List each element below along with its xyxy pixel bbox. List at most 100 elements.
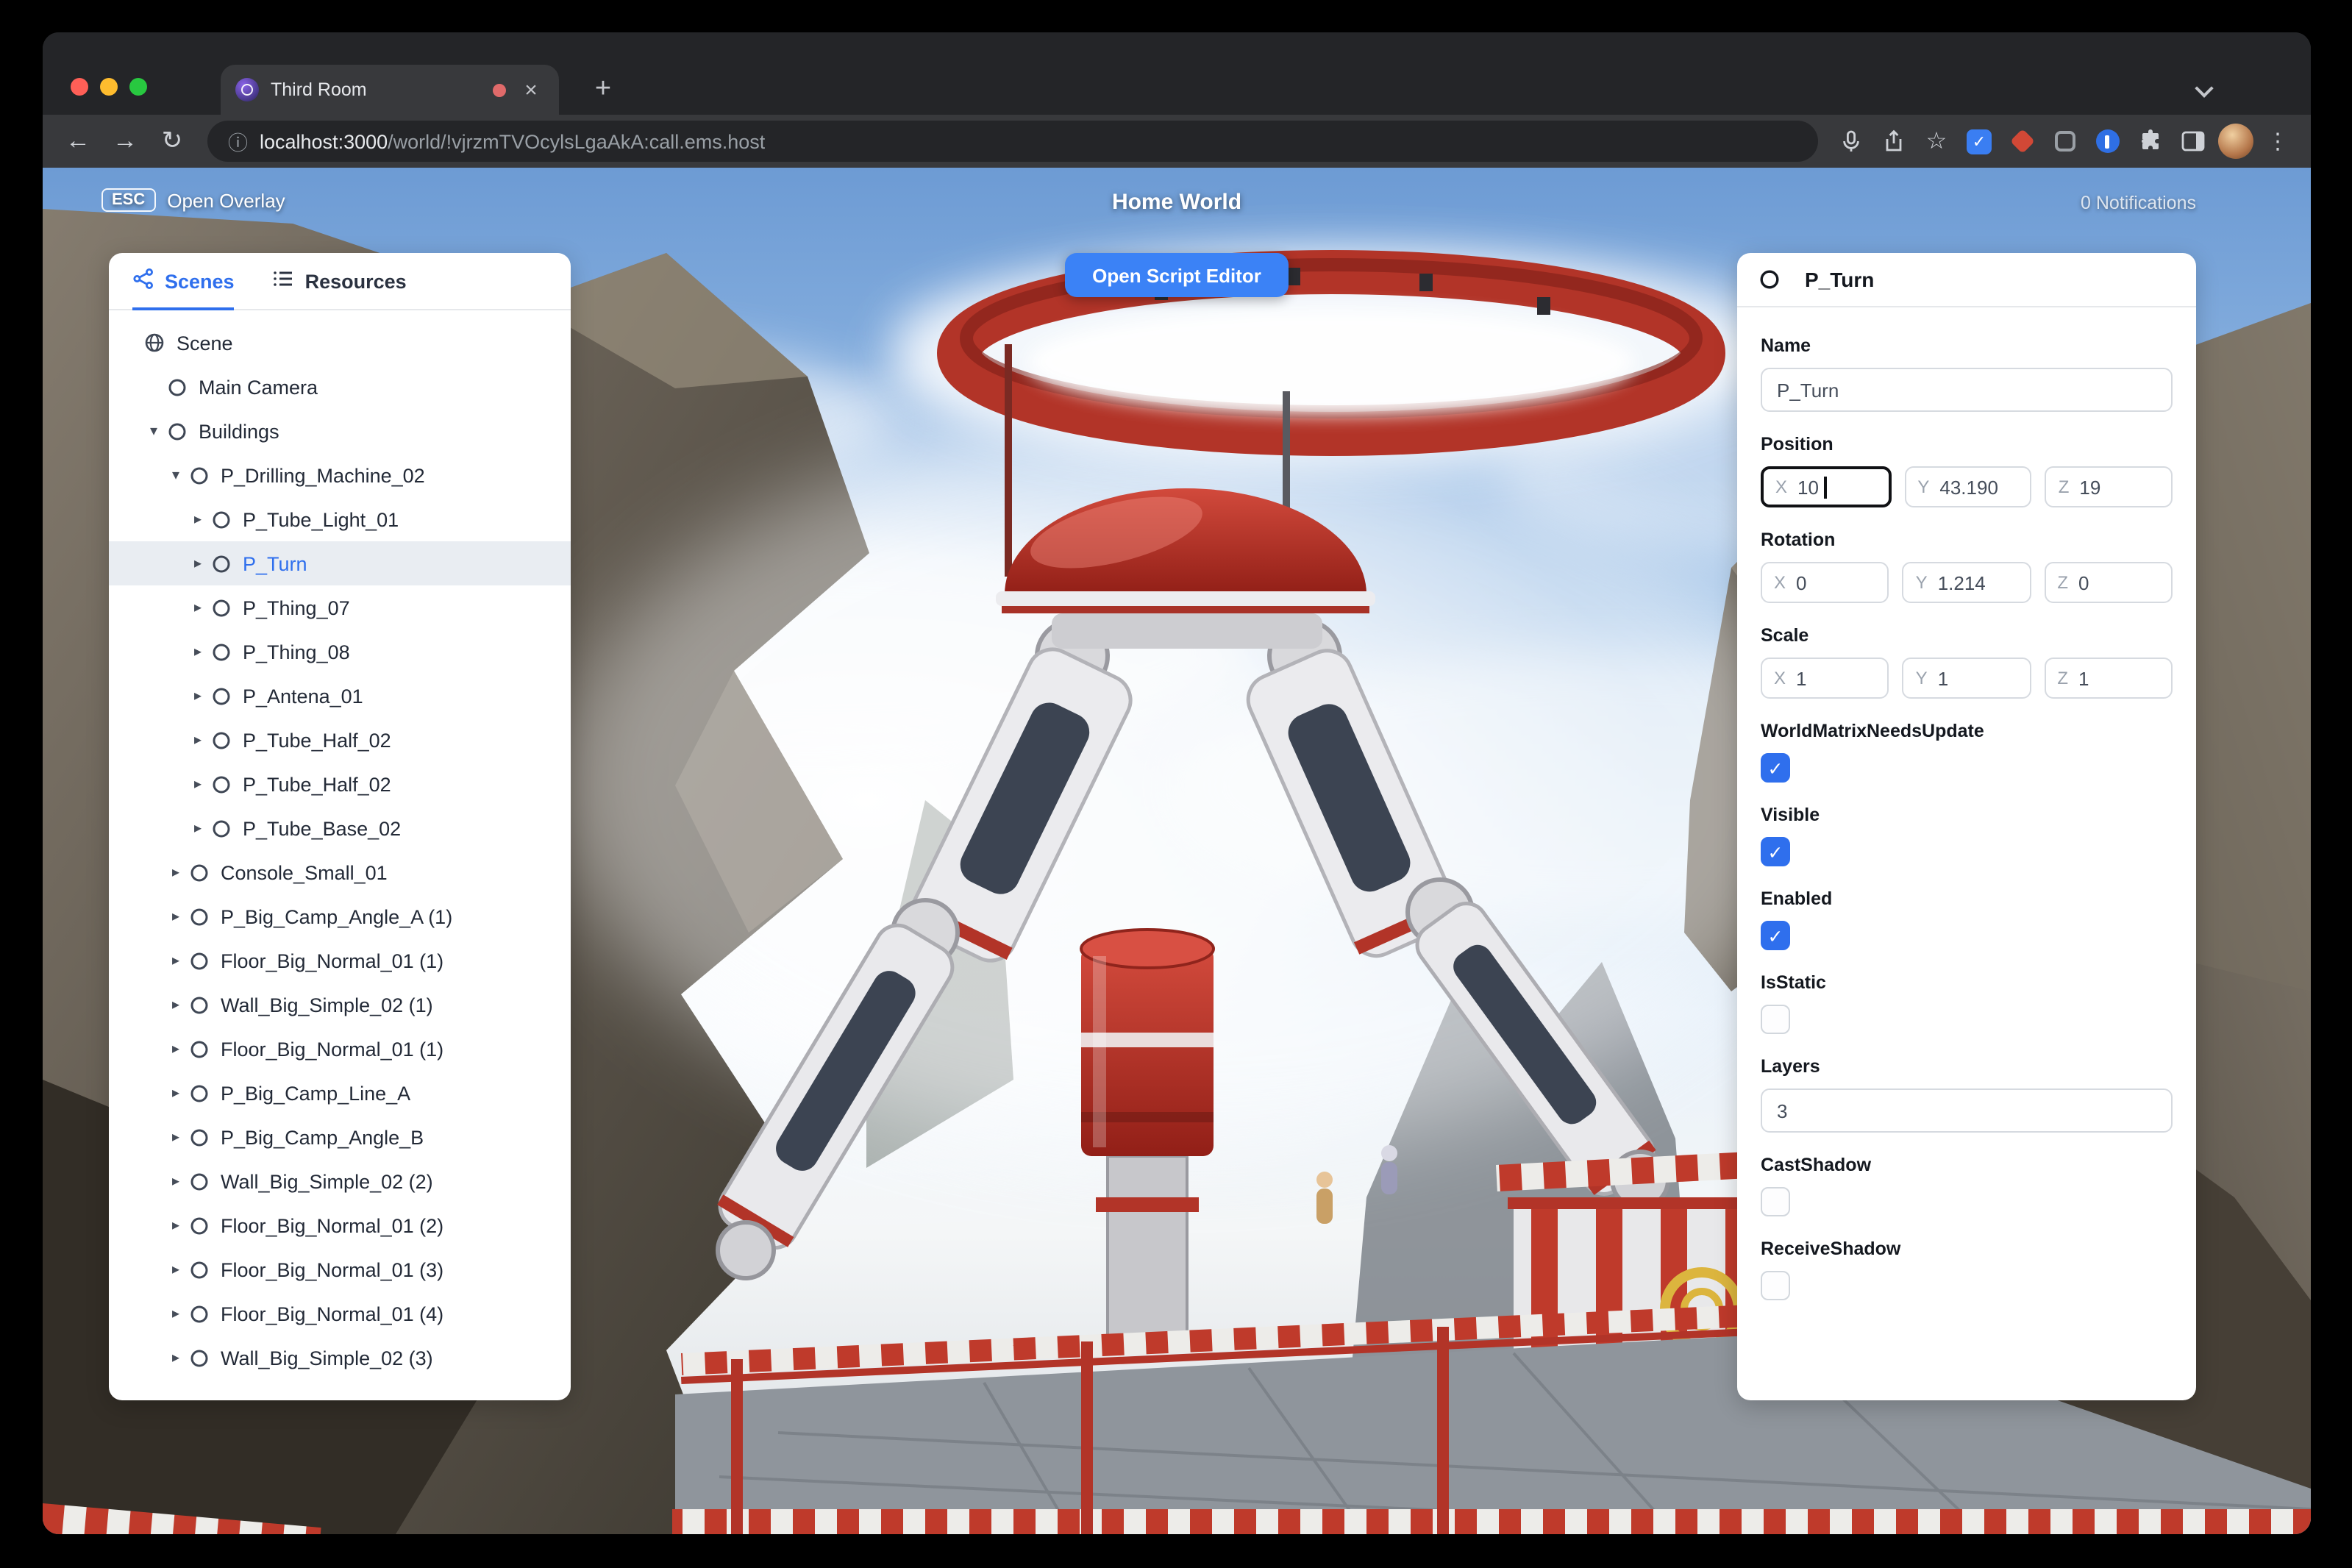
caret-down-icon[interactable]: ▾ (143, 423, 165, 439)
tree-item-wall-big-simple-02-1[interactable]: ▸ Wall_Big_Simple_02 (1) (109, 983, 571, 1027)
axis-prefix: Z (2057, 572, 2068, 593)
worldmatrixneedsupdate-checkbox[interactable]: ✓ (1761, 753, 1790, 783)
address-bar[interactable]: ⓘ localhost:3000/world/!vjrzmTVOcylsLgaA… (207, 121, 1818, 162)
tree-item-buildings[interactable]: ▾ Buildings (109, 409, 571, 453)
tree-item-wall-big-simple-02-3[interactable]: ▸ Wall_Big_Simple_02 (3) (109, 1336, 571, 1380)
caret-right-icon[interactable]: ▸ (187, 555, 209, 571)
tree-item-floor-big-normal-01-1[interactable]: ▸ Floor_Big_Normal_01 (1) (109, 938, 571, 983)
tab-scenes-label: Scenes (165, 270, 235, 292)
caret-right-icon[interactable]: ▸ (165, 952, 187, 969)
rotation-x-input[interactable]: X0 (1761, 562, 1889, 603)
tree-item-p-thing-07[interactable]: ▸ P_Thing_07 (109, 585, 571, 630)
tree-item-floor-big-normal-01-2[interactable]: ▸ Floor_Big_Normal_01 (2) (109, 1203, 571, 1247)
browser-tab[interactable]: Third Room × (221, 65, 559, 115)
extension-icon-4[interactable] (2087, 121, 2127, 161)
layers-input[interactable]: 3 (1761, 1088, 2173, 1133)
bookmark-star-icon[interactable]: ☆ (1917, 121, 1956, 161)
scale-x-input[interactable]: X1 (1761, 658, 1889, 699)
microphone-icon[interactable] (1831, 121, 1871, 161)
scale-z-input[interactable]: Z1 (2044, 658, 2173, 699)
tab-search-chevron-icon[interactable] (2187, 74, 2220, 106)
tree-item-wall-big-simple-02-2[interactable]: ▸ Wall_Big_Simple_02 (2) (109, 1159, 571, 1203)
tree-item-console-small-01[interactable]: ▸ Console_Small_01 (109, 850, 571, 894)
caret-right-icon[interactable]: ▸ (165, 1217, 187, 1233)
tree-item-label: P_Drilling_Machine_02 (221, 464, 425, 486)
minimize-window-button[interactable] (100, 78, 118, 96)
position-z-input[interactable]: Z 19 (2045, 466, 2173, 507)
visible-checkbox[interactable]: ✓ (1761, 837, 1790, 866)
extension-icon-1[interactable]: ✓ (1959, 121, 1999, 161)
open-script-editor-button[interactable]: Open Script Editor (1065, 253, 1289, 297)
name-input[interactable]: P_Turn (1761, 368, 2173, 412)
tab-close-icon[interactable]: × (518, 76, 544, 103)
viewport[interactable]: ESC Open Overlay Home World 0 Notificati… (43, 168, 2311, 1534)
caret-right-icon[interactable]: ▸ (165, 1350, 187, 1366)
tree-item-scene[interactable]: Scene (109, 321, 571, 365)
tab-resources[interactable]: Resources (273, 253, 407, 309)
profile-avatar[interactable] (2215, 121, 2255, 161)
notifications-label[interactable]: 0 Notifications (2081, 193, 2196, 213)
caret-right-icon[interactable]: ▸ (165, 1305, 187, 1322)
caret-right-icon[interactable]: ▸ (165, 997, 187, 1013)
tree-item-p-turn[interactable]: ▸ P_Turn (109, 541, 571, 585)
tree-item-main-camera[interactable]: Main Camera (109, 365, 571, 409)
tree-item-floor-big-normal-01-4[interactable]: ▸ Floor_Big_Normal_01 (4) (109, 1291, 571, 1336)
position-x-input[interactable]: X 10 (1761, 466, 1892, 507)
isstatic-checkbox[interactable] (1761, 1005, 1790, 1034)
node-circle-icon (187, 1348, 210, 1367)
caret-right-icon[interactable]: ▸ (165, 1129, 187, 1145)
caret-right-icon[interactable]: ▸ (165, 908, 187, 924)
zoom-window-button[interactable] (129, 78, 147, 96)
caret-right-icon[interactable]: ▸ (165, 1173, 187, 1189)
close-window-button[interactable] (71, 78, 88, 96)
forward-icon[interactable]: → (103, 119, 147, 163)
caret-down-icon[interactable]: ▾ (165, 467, 187, 483)
caret-right-icon[interactable]: ▸ (165, 1085, 187, 1101)
caret-right-icon[interactable]: ▸ (187, 599, 209, 616)
extensions-puzzle-icon[interactable] (2130, 121, 2170, 161)
tree-item-floor-big-normal-01-1[interactable]: ▸ Floor_Big_Normal_01 (1) (109, 1027, 571, 1071)
url-path: /world/!vjrzmTVOcylsLgaAkA:call.ems.host (388, 130, 766, 152)
tree-item-p-antena-01[interactable]: ▸ P_Antena_01 (109, 674, 571, 718)
site-info-icon[interactable]: ⓘ (228, 126, 248, 156)
inspector-title: P_Turn (1805, 268, 1875, 291)
caret-right-icon[interactable]: ▸ (165, 864, 187, 880)
caret-right-icon[interactable]: ▸ (187, 776, 209, 792)
tree-item-p-tube-half-02[interactable]: ▸ P_Tube_Half_02 (109, 718, 571, 762)
share-icon[interactable] (1874, 121, 1914, 161)
tree-item-p-tube-half-02[interactable]: ▸ P_Tube_Half_02 (109, 762, 571, 806)
caret-right-icon[interactable]: ▸ (187, 688, 209, 704)
receiveshadow-checkbox[interactable] (1761, 1271, 1790, 1300)
tree-item-p-drilling-machine-02[interactable]: ▾ P_Drilling_Machine_02 (109, 453, 571, 497)
caret-right-icon[interactable]: ▸ (187, 820, 209, 836)
rotation-z-input[interactable]: Z0 (2044, 562, 2173, 603)
scale-y-input[interactable]: Y1 (1902, 658, 2031, 699)
extension-icon-3[interactable] (2045, 121, 2084, 161)
axis-prefix: Y (1915, 572, 1928, 593)
tree-item-p-big-camp-angle-a-1[interactable]: ▸ P_Big_Camp_Angle_A (1) (109, 894, 571, 938)
back-icon[interactable]: ← (56, 119, 100, 163)
tree-item-label: P_Tube_Base_02 (243, 817, 402, 839)
tree-item-p-big-camp-line-a[interactable]: ▸ P_Big_Camp_Line_A (109, 1071, 571, 1115)
tree-item-p-thing-08[interactable]: ▸ P_Thing_08 (109, 630, 571, 674)
tree-item-p-big-camp-angle-b[interactable]: ▸ P_Big_Camp_Angle_B (109, 1115, 571, 1159)
tree-item-p-tube-base-02[interactable]: ▸ P_Tube_Base_02 (109, 806, 571, 850)
caret-right-icon[interactable]: ▸ (187, 511, 209, 527)
caret-right-icon[interactable]: ▸ (187, 732, 209, 748)
tab-scenes[interactable]: Scenes (132, 253, 235, 310)
tree-item-p-tube-light-01[interactable]: ▸ P_Tube_Light_01 (109, 497, 571, 541)
tree-item-floor-big-normal-01-3[interactable]: ▸ Floor_Big_Normal_01 (3) (109, 1247, 571, 1291)
extension-icon-2[interactable] (2002, 121, 2042, 161)
browser-menu-icon[interactable]: ⋮ (2258, 121, 2298, 161)
caret-right-icon[interactable]: ▸ (187, 644, 209, 660)
rotation-y-input[interactable]: Y 1.214 (1902, 562, 2031, 603)
caret-right-icon[interactable]: ▸ (165, 1041, 187, 1057)
browser-toolbar: ← → ↻ ⓘ localhost:3000/world/!vjrzmTVOcy… (43, 115, 2311, 168)
castshadow-checkbox[interactable] (1761, 1187, 1790, 1216)
position-y-input[interactable]: Y 43.190 (1904, 466, 2032, 507)
reload-icon[interactable]: ↻ (150, 119, 194, 163)
new-tab-button[interactable]: + (584, 71, 622, 109)
caret-right-icon[interactable]: ▸ (165, 1261, 187, 1277)
enabled-checkbox[interactable]: ✓ (1761, 921, 1790, 950)
side-panel-icon[interactable] (2173, 121, 2212, 161)
